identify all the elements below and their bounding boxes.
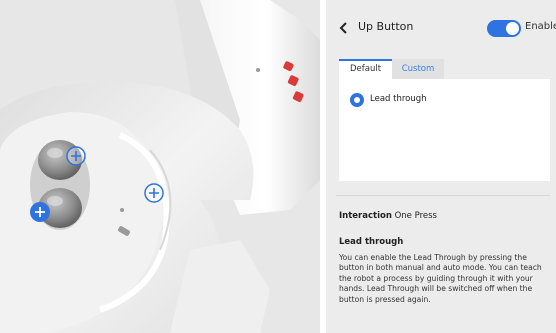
enabled-toggle[interactable] — [487, 20, 521, 37]
interaction-label: Interaction — [339, 211, 392, 221]
lead-through-radio[interactable] — [350, 93, 364, 107]
mode-tabs: Default Custom — [336, 59, 550, 79]
interaction-info: Interaction One Press — [339, 211, 437, 221]
section-title: Lead through — [339, 237, 404, 247]
panel-header: Up Button Enabled — [326, 10, 556, 46]
toggle-knob — [506, 22, 519, 35]
divider — [336, 195, 550, 196]
robot-arm-render — [0, 0, 320, 333]
robot-3d-viewport[interactable] — [0, 0, 320, 333]
tab-default[interactable]: Default — [339, 59, 392, 79]
mode-tab-card: Default Custom Lead through — [336, 59, 550, 181]
hotspot-down-button-plus-icon[interactable] — [29, 201, 51, 223]
hotspot-ring-plus-icon[interactable] — [143, 182, 165, 204]
lead-through-radio-label[interactable]: Lead through — [370, 94, 427, 104]
enabled-label: Enabled — [525, 21, 556, 32]
chevron-left-icon — [339, 22, 347, 34]
radio-dot — [354, 97, 360, 103]
tab-content: Lead through — [339, 79, 550, 181]
page-title: Up Button — [358, 20, 414, 33]
button-settings-panel: Up Button Enabled Default Custom Lead th… — [326, 0, 556, 333]
back-button[interactable] — [337, 18, 353, 38]
tab-custom[interactable]: Custom — [392, 59, 444, 79]
hotspot-up-button-plus-icon[interactable] — [65, 145, 87, 167]
section-description: You can enable the Lead Through by press… — [339, 253, 542, 304]
interaction-value: One Press — [394, 211, 437, 221]
